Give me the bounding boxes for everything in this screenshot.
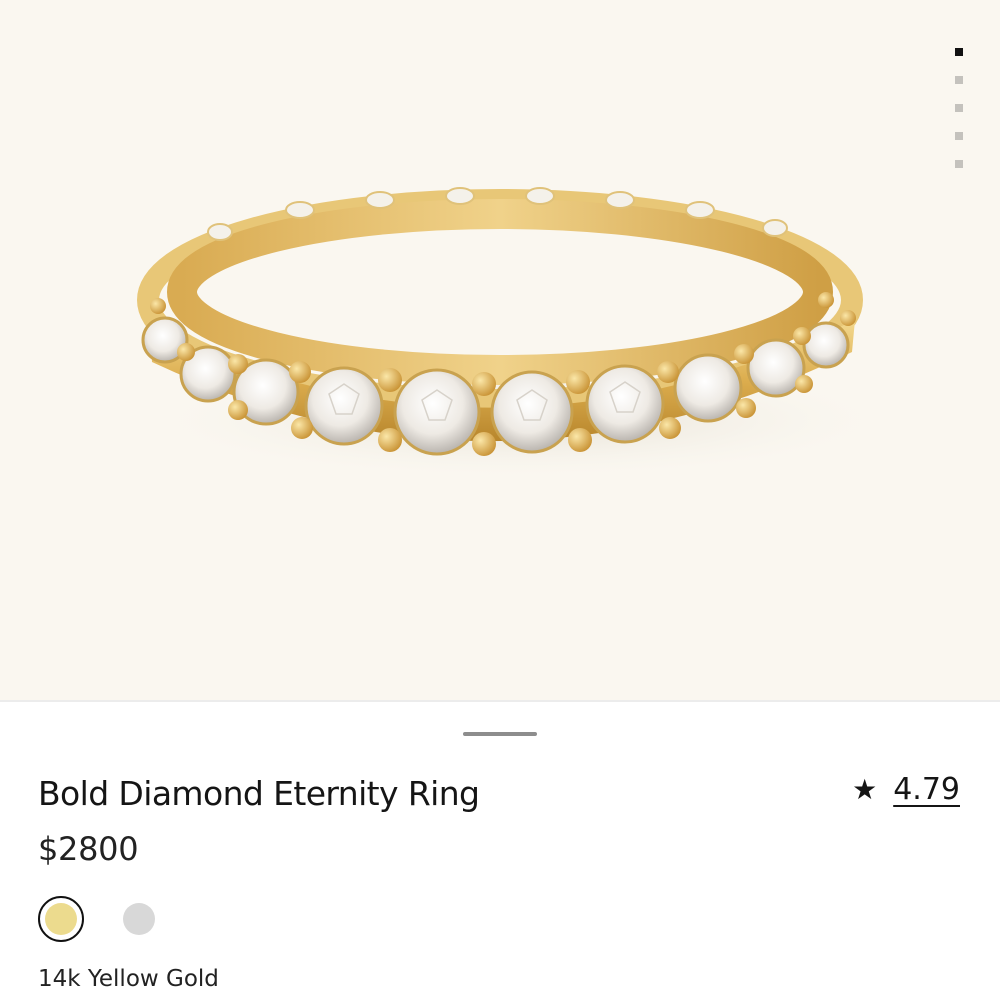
product-image-gallery[interactable] [0, 0, 1000, 700]
product-title: Bold Diamond Eternity Ring [38, 774, 480, 813]
metal-swatch-group [38, 896, 162, 942]
gallery-page-indicator-2[interactable] [955, 76, 963, 84]
swatch-yellow-gold-fill [45, 903, 77, 935]
product-details-sheet: Bold Diamond Eternity Ring ★ 4.79 $2800 … [0, 702, 1000, 1000]
selected-metal-label: 14k Yellow Gold [38, 966, 219, 992]
star-icon: ★ [852, 773, 878, 806]
gallery-page-indicator-4[interactable] [955, 132, 963, 140]
rating-value-link[interactable]: 4.79 [893, 772, 960, 807]
product-price: $2800 [38, 830, 139, 868]
gallery-pager [955, 48, 963, 188]
swatch-white-gold[interactable] [116, 896, 162, 942]
swatch-white-gold-fill [123, 903, 155, 935]
swatch-yellow-gold[interactable] [38, 896, 84, 942]
sheet-drag-handle[interactable] [463, 732, 537, 736]
product-page: Bold Diamond Eternity Ring ★ 4.79 $2800 … [0, 0, 1000, 1000]
ring-photo [137, 187, 900, 480]
gallery-page-indicator-5[interactable] [955, 160, 963, 168]
gallery-page-indicator-3[interactable] [955, 104, 963, 112]
gallery-page-indicator-1[interactable] [955, 48, 963, 56]
product-rating[interactable]: ★ 4.79 [852, 772, 960, 807]
